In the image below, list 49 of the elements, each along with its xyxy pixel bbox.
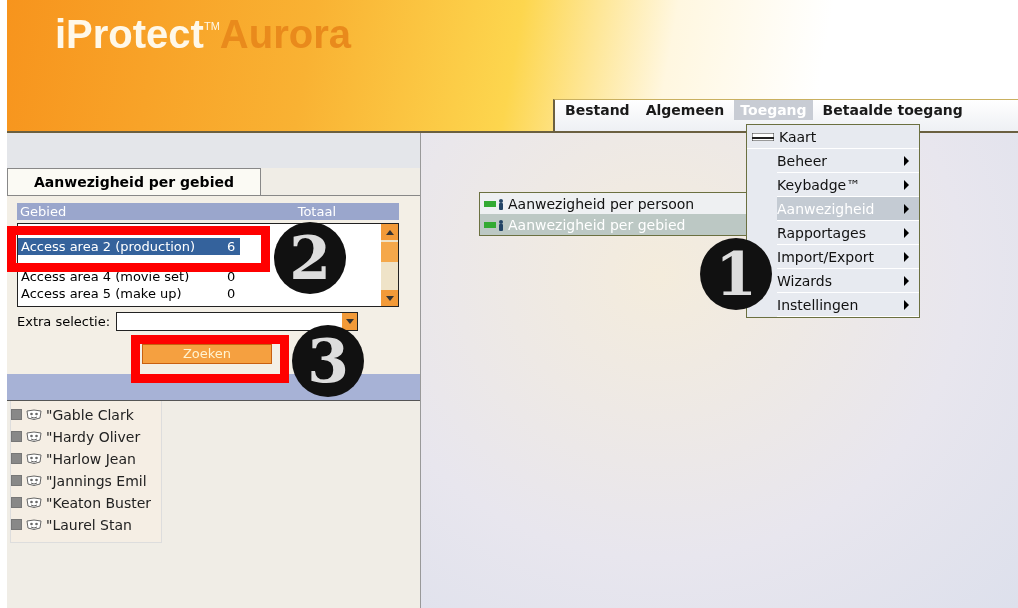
expand-icon[interactable] bbox=[11, 475, 22, 486]
submenu-arrow-icon bbox=[904, 227, 909, 238]
selection-dropdown[interactable] bbox=[116, 312, 359, 331]
column-title: Totaal bbox=[297, 204, 336, 219]
submenu-arrow-icon bbox=[904, 251, 909, 262]
list-item[interactable]: Access area 5 (make up) 0 bbox=[18, 285, 240, 302]
menu-item[interactable]: Kaart bbox=[747, 125, 919, 149]
expand-icon[interactable] bbox=[11, 431, 22, 442]
menu-item[interactable]: Import/Export bbox=[777, 245, 919, 269]
scroll-up-button[interactable] bbox=[381, 224, 398, 240]
menu-item[interactable]: Wizards bbox=[777, 269, 919, 293]
field-label: Extra selectie: bbox=[17, 314, 111, 329]
mask-icon bbox=[25, 408, 43, 421]
person-name[interactable]: "Gable Clark bbox=[46, 406, 134, 423]
submenu-arrow-icon bbox=[904, 203, 909, 214]
panel-tab[interactable]: Aanwezigheid per gebied bbox=[7, 168, 261, 195]
expand-icon[interactable] bbox=[11, 519, 22, 530]
expand-icon[interactable] bbox=[11, 409, 22, 420]
person-icon bbox=[484, 218, 506, 231]
submenu-arrow-icon bbox=[904, 155, 909, 166]
person-icon bbox=[484, 197, 506, 210]
menu-item[interactable]: Instellingen bbox=[777, 293, 919, 317]
menu-item[interactable]: Beheer bbox=[777, 149, 919, 173]
scroll-down-button[interactable] bbox=[381, 290, 398, 306]
mask-icon bbox=[25, 452, 43, 465]
person-name[interactable]: "Laurel Stan bbox=[46, 516, 132, 533]
menu-item[interactable]: Aanwezigheid per persoon bbox=[480, 193, 746, 214]
mask-icon bbox=[25, 430, 43, 443]
mask-icon bbox=[25, 474, 43, 487]
mask-icon bbox=[25, 518, 43, 531]
person-name[interactable]: "Keaton Buster bbox=[46, 494, 152, 511]
card-icon bbox=[752, 132, 774, 141]
person-name[interactable]: "Jannings Emil bbox=[46, 472, 147, 489]
scrollbar[interactable] bbox=[381, 224, 398, 306]
person-name[interactable]: "Harlow Jean bbox=[46, 450, 136, 467]
menu-tab[interactable]: Bestand bbox=[559, 100, 636, 120]
mask-icon bbox=[25, 496, 43, 509]
submenu-arrow-icon bbox=[904, 179, 909, 190]
person-name[interactable]: "Hardy Oliver bbox=[46, 428, 141, 445]
list-item[interactable]: Access area 4 (movie set) 0 bbox=[18, 268, 240, 285]
list-item[interactable]: Access area 2 (production) 6 bbox=[18, 238, 240, 255]
menu-tab[interactable]: Betaalde toegang bbox=[816, 100, 969, 120]
expand-icon[interactable] bbox=[11, 453, 22, 464]
expand-icon[interactable] bbox=[11, 497, 22, 508]
column-title: Gebied bbox=[20, 204, 67, 219]
submenu-arrow-icon bbox=[904, 299, 909, 310]
menu-item[interactable]: Rapportages bbox=[777, 221, 919, 245]
submenu-arrow-icon bbox=[904, 275, 909, 286]
menu-tab[interactable]: Algemeen bbox=[639, 100, 731, 120]
